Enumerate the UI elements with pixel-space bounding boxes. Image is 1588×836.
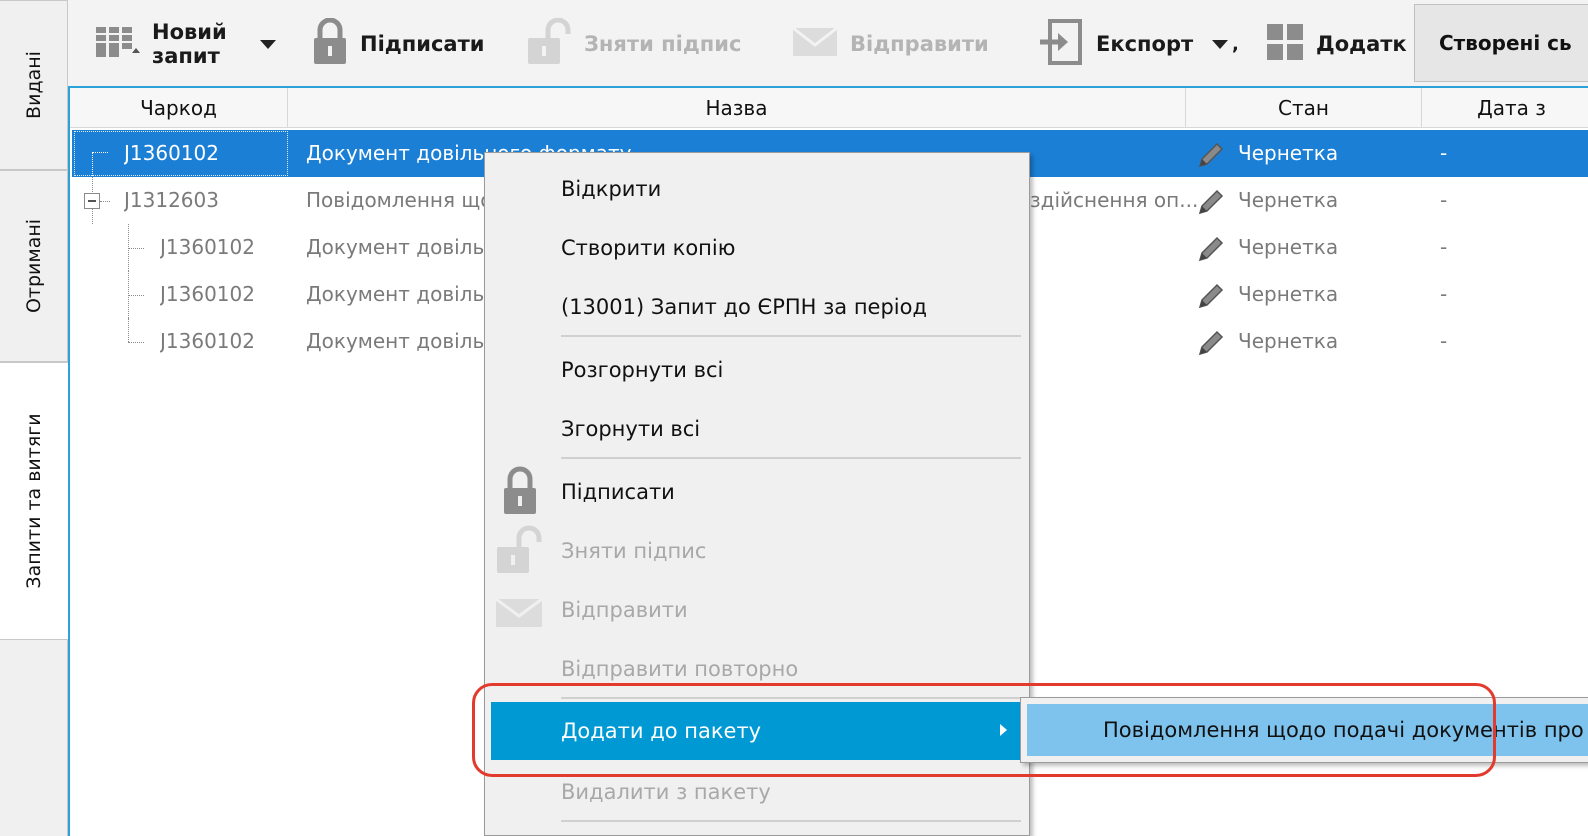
menu-item-remove-from-package-label: Видалити з пакету bbox=[561, 780, 771, 804]
tab-received[interactable]: Отримані bbox=[0, 170, 68, 362]
row-status: Чернетка bbox=[1238, 188, 1339, 212]
menu-separator bbox=[561, 820, 1021, 822]
collapse-icon[interactable] bbox=[84, 193, 100, 209]
unlock-icon bbox=[526, 17, 572, 71]
grid-header: Чаркод Назва Стан Дата з bbox=[70, 88, 1588, 128]
row-code: J1312603 bbox=[124, 188, 219, 212]
row-date: - bbox=[1440, 141, 1448, 165]
left-tabs-filler bbox=[0, 640, 68, 836]
sign-label: Підписати bbox=[360, 32, 485, 56]
tab-created[interactable]: Створені сь bbox=[1414, 4, 1588, 82]
tab-issued-label: Видані bbox=[22, 51, 45, 119]
row-date: - bbox=[1440, 188, 1448, 212]
menu-item-send[interactable]: Відправити bbox=[485, 582, 1029, 638]
menu-item-resend-label: Відправити повторно bbox=[561, 657, 799, 681]
tree-line bbox=[128, 248, 144, 249]
tree-line bbox=[100, 201, 110, 202]
tree-line bbox=[128, 342, 144, 343]
menu-item-sign-label: Підписати bbox=[561, 480, 675, 504]
menu-item-create-copy-label: Створити копію bbox=[561, 236, 736, 260]
menu-item-collapse-all[interactable]: Згорнути всі bbox=[485, 401, 1029, 457]
pencil-icon bbox=[1196, 234, 1226, 269]
menu-item-create-copy[interactable]: Створити копію bbox=[485, 220, 1029, 276]
menu-item-send-label: Відправити bbox=[561, 598, 688, 622]
column-header-status[interactable]: Стан bbox=[1186, 88, 1422, 128]
row-code: J1360102 bbox=[160, 282, 255, 306]
menu-item-request-erpn[interactable]: (13001) Запит до ЄРПН за період bbox=[485, 279, 1029, 335]
tab-requests-extracts-label: Запити та витяги bbox=[23, 413, 45, 589]
menu-separator bbox=[561, 457, 1021, 459]
row-code: J1360102 bbox=[160, 329, 255, 353]
tab-received-label: Отримані bbox=[22, 218, 45, 314]
send-button[interactable]: Відправити bbox=[792, 0, 989, 88]
highlight-annotation bbox=[472, 683, 1496, 777]
row-name: Документ довільн bbox=[306, 235, 498, 259]
chevron-down-icon bbox=[1212, 39, 1228, 49]
tab-requests-extracts[interactable]: Запити та витяги bbox=[0, 362, 68, 640]
send-label: Відправити bbox=[850, 32, 989, 56]
new-request-button[interactable]: Новий запит bbox=[94, 0, 227, 88]
export-label: Експорт bbox=[1096, 32, 1194, 56]
menu-item-expand-all-label: Розгорнути всі bbox=[561, 358, 724, 382]
chevron-down-icon bbox=[260, 39, 276, 49]
row-status: Чернетка bbox=[1238, 329, 1339, 353]
menu-item-open-label: Відкрити bbox=[561, 177, 662, 201]
row-date: - bbox=[1440, 235, 1448, 259]
row-name: Повідомлення щод bbox=[306, 188, 507, 212]
new-request-icon bbox=[94, 23, 140, 66]
row-status: Чернетка bbox=[1238, 141, 1339, 165]
tab-issued[interactable]: Видані bbox=[0, 0, 68, 170]
row-name: Документ довільн bbox=[306, 282, 498, 306]
grid-icon bbox=[1266, 23, 1304, 66]
envelope-icon bbox=[792, 25, 838, 64]
menu-item-remove-sign[interactable]: Зняти підпис bbox=[485, 523, 1029, 579]
row-name-tail: здійснення оп... bbox=[1030, 188, 1199, 212]
tree-line bbox=[128, 318, 129, 342]
export-dropdown[interactable]: , bbox=[1212, 0, 1239, 88]
column-header-date[interactable]: Дата з bbox=[1422, 88, 1588, 128]
remove-sign-button[interactable]: Зняти підпис bbox=[526, 0, 741, 88]
pencil-icon bbox=[1196, 281, 1226, 316]
menu-item-expand-all[interactable]: Розгорнути всі bbox=[485, 342, 1029, 398]
additional-button[interactable]: Додатк bbox=[1266, 0, 1407, 88]
row-status: Чернетка bbox=[1238, 282, 1339, 306]
tree-line bbox=[92, 152, 93, 178]
row-name: Документ довільн bbox=[306, 329, 498, 353]
menu-item-open[interactable]: Відкрити bbox=[485, 161, 1029, 217]
pencil-icon bbox=[1196, 187, 1226, 222]
tree-line bbox=[128, 295, 144, 296]
pencil-icon bbox=[1196, 140, 1226, 175]
column-header-name[interactable]: Назва bbox=[288, 88, 1186, 128]
row-date: - bbox=[1440, 329, 1448, 353]
app-window: Видані Отримані Запити та витяги Новий з… bbox=[0, 0, 1588, 836]
export-icon bbox=[1038, 18, 1084, 70]
tab-created-label: Створені сь bbox=[1439, 31, 1572, 55]
additional-label: Додатк bbox=[1316, 32, 1407, 56]
menu-item-sign[interactable]: Підписати bbox=[485, 464, 1029, 520]
tree-line bbox=[92, 152, 108, 153]
menu-item-remove-sign-label: Зняти підпис bbox=[561, 539, 707, 563]
pencil-icon bbox=[1196, 328, 1226, 363]
menu-separator bbox=[561, 335, 1021, 337]
column-header-code[interactable]: Чаркод bbox=[70, 88, 288, 128]
remove-sign-label: Зняти підпис bbox=[584, 32, 742, 56]
row-code: J1360102 bbox=[124, 141, 219, 165]
export-button[interactable]: Експорт bbox=[1038, 0, 1193, 88]
row-date: - bbox=[1440, 282, 1448, 306]
new-request-label-1: Новий bbox=[152, 20, 227, 44]
row-code: J1360102 bbox=[160, 235, 255, 259]
toolbar: Новий запит Підписати Зняти підпис Відпр… bbox=[68, 0, 1588, 88]
lock-icon bbox=[312, 17, 348, 71]
new-request-label-2: запит bbox=[152, 44, 220, 68]
new-request-dropdown[interactable] bbox=[260, 0, 276, 88]
menu-item-collapse-all-label: Згорнути всі bbox=[561, 417, 701, 441]
sign-button[interactable]: Підписати bbox=[312, 0, 484, 88]
menu-item-request-erpn-label: (13001) Запит до ЄРПН за період bbox=[561, 295, 928, 319]
row-status: Чернетка bbox=[1238, 235, 1339, 259]
